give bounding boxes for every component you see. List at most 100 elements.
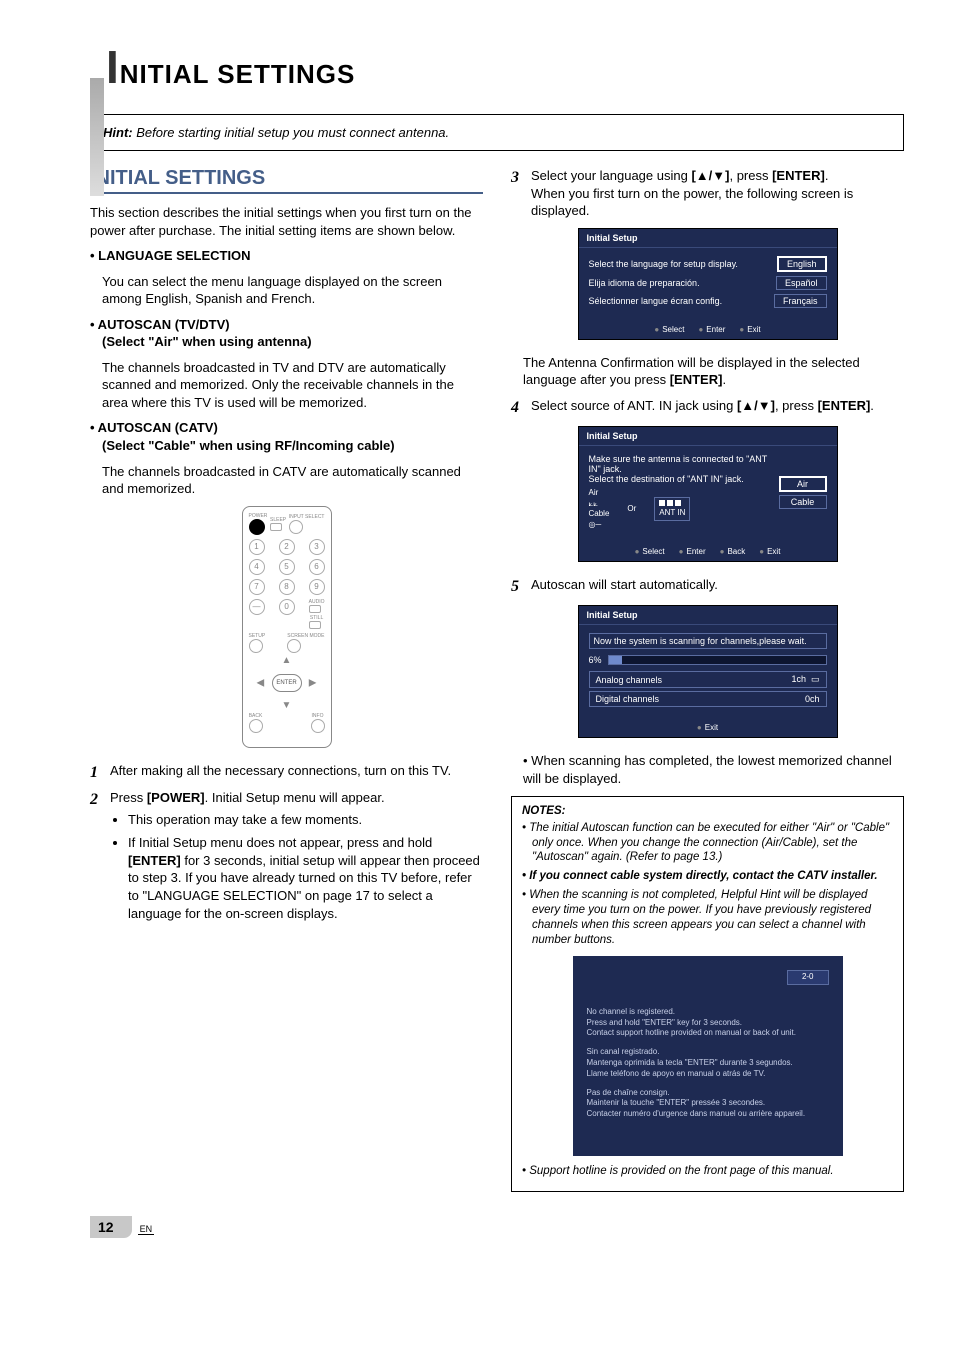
remote-num-1: 1 (249, 539, 265, 555)
hint-en-0: No channel is registered. (587, 1007, 829, 1018)
hint-es-0: Sin canal registrado. (587, 1047, 829, 1058)
scan-done-span: When scanning has completed, the lowest … (523, 753, 892, 786)
lang-footer-select: Select (654, 325, 684, 334)
remote-power-button (249, 519, 265, 535)
step-3-text-c: . (825, 168, 829, 183)
remote-num-8: 8 (279, 579, 295, 595)
autoscan-footer-exit: Exit (697, 723, 718, 732)
page-lang: EN (138, 1224, 155, 1235)
remote-num-4: 4 (249, 559, 265, 575)
feature-3-subtitle: (Select "Cable" when using RF/Incoming c… (102, 438, 395, 453)
ant-cable-label: Cable (589, 509, 610, 519)
step-5-body: Autoscan will start automatically. (531, 576, 904, 598)
ant-in-label: ANT IN (659, 508, 685, 518)
step-3-arrow-keys: [▲/▼] (691, 168, 729, 183)
step-4-enter-key: [ENTER] (818, 398, 871, 413)
note-2: If you connect cable system directly, co… (522, 869, 893, 884)
feature-1-heading: • LANGUAGE SELECTION (90, 247, 483, 265)
feature-3-heading: • AUTOSCAN (CATV) (Select "Cable" when u… (90, 419, 483, 454)
hint-label: Hint: (103, 125, 133, 140)
antenna-diagram: Air ⟀⟀ Cable ◎─ Or ANT IN (589, 488, 779, 530)
remote-illustration: POWER SLEEP INPUT SELECT 123 456 7 8 9 (242, 506, 332, 748)
ant-line2: Select the destination of "ANT IN" jack. (589, 474, 779, 484)
hint-box: Hint: Before starting initial setup you … (90, 114, 904, 151)
remote-enter-button: ENTER (272, 674, 302, 692)
hint-fr-0: Pas de chaîne consign. (587, 1088, 829, 1099)
step-3-after-b: . (722, 372, 726, 387)
remote-back-label: BACK (249, 713, 263, 719)
page-title: INITIAL SETTINGS (106, 40, 904, 94)
remote-num-6: 6 (309, 559, 325, 575)
arrow-right-icon: ▶ (309, 677, 317, 688)
remote-info-label: INFO (311, 713, 325, 719)
remote-info-button (311, 719, 325, 733)
step-3-after: The Antenna Confirmation will be display… (523, 354, 904, 389)
step-3-number: 3 (511, 167, 525, 220)
notes-box: NOTES: The initial Autoscan function can… (511, 796, 904, 1192)
remote-num-3: 3 (309, 539, 325, 555)
digital-label: Digital channels (596, 694, 660, 704)
ant-footer-select: Select (635, 547, 665, 556)
ant-footer-enter: Enter (679, 547, 706, 556)
antenna-screen-title: Initial Setup (579, 427, 837, 446)
step-1: 1 After making all the necessary connect… (90, 762, 483, 784)
left-column: INITIAL SETTINGS This section describes … (90, 167, 483, 1192)
feature-2-body: The channels broadcasted in TV and DTV a… (102, 359, 483, 412)
remote-still-label: STILL (309, 615, 325, 621)
step-2-power-key: [POWER] (147, 790, 205, 805)
remote-num-0: 0 (279, 599, 295, 615)
step-3-enter-key: [ENTER] (772, 168, 825, 183)
autoscan-screen: Initial Setup Now the system is scanning… (578, 605, 838, 738)
antenna-screen: Initial Setup Make sure the antenna is c… (578, 426, 838, 562)
ant-footer-back: Back (720, 547, 746, 556)
scan-done-text: • When scanning has completed, the lowes… (523, 752, 904, 787)
helpful-hint-screen: 2-0 No channel is registered. Press and … (573, 956, 843, 1156)
hint-text: Before starting initial setup you must c… (136, 125, 449, 140)
autoscan-progress (608, 655, 827, 665)
lang-row-1-label: Elija idioma de preparación. (589, 278, 700, 288)
hint-en-2: Contact support hotline provided on manu… (587, 1028, 829, 1039)
step-3-desc: When you first turn on the power, the fo… (531, 186, 853, 219)
remote-setup-label: SETUP (249, 633, 266, 639)
step-4-text-c: . (870, 398, 874, 413)
section-heading: INITIAL SETTINGS (90, 167, 483, 194)
lang-row-2-opt: Français (774, 294, 827, 308)
step-2-enter-key: [ENTER] (128, 853, 181, 868)
feature-2-title: • AUTOSCAN (TV/DTV) (90, 317, 230, 332)
remote-power-label: POWER (249, 513, 268, 519)
right-column: 3 Select your language using [▲/▼], pres… (511, 167, 904, 1192)
remote-audio-label: AUDIO (309, 599, 325, 605)
arrow-left-icon: ◀ (257, 677, 265, 688)
autoscan-screen-title: Initial Setup (579, 606, 837, 625)
step-4-text-b: , press (775, 398, 818, 413)
remote-num-dash: — (249, 599, 265, 615)
autoscan-msg: Now the system is scanning for channels,… (589, 633, 827, 649)
step-2-b2-b: for 3 seconds, initial setup will appear… (128, 853, 480, 921)
page-title-rest: NITIAL SETTINGS (120, 59, 356, 89)
hint-fr-2: Contacter numéro d'urgence dans manuel o… (587, 1109, 829, 1120)
step-4-body: Select source of ANT. IN jack using [▲/▼… (531, 397, 904, 419)
digital-val: 0ch (805, 694, 820, 704)
title-side-bar (90, 78, 104, 196)
remote-screen-label: SCREEN MODE (287, 633, 324, 639)
step-2: 2 Press [POWER]. Initial Setup menu will… (90, 789, 483, 928)
remote-dpad: ▲ ▼ ◀ ▶ ENTER (255, 657, 319, 709)
step-2-b2-a: If Initial Setup menu does not appear, p… (128, 835, 432, 850)
remote-input-label: INPUT SELECT (289, 514, 325, 520)
feature-2-heading: • AUTOSCAN (TV/DTV) (Select "Air" when u… (90, 316, 483, 351)
page-footer: 12EN (90, 1216, 904, 1238)
lang-footer-enter: Enter (698, 325, 725, 334)
feature-2-subtitle: (Select "Air" when using antenna) (102, 334, 312, 349)
lang-footer-exit: Exit (739, 325, 760, 334)
step-2-number: 2 (90, 789, 104, 928)
step-3-after-enter: [ENTER] (670, 372, 723, 387)
feature-1-body: You can select the menu language display… (102, 273, 483, 308)
remote-input-button (289, 520, 303, 534)
arrow-down-icon: ▼ (282, 700, 292, 711)
step-4-text-a: Select source of ANT. IN jack using (531, 398, 737, 413)
feature-3-body: The channels broadcasted in CATV are aut… (102, 463, 483, 498)
language-screen: Initial Setup Select the language for se… (578, 228, 838, 340)
hint-fr-1: Maintenir la touche "ENTER" pressée 3 se… (587, 1098, 829, 1109)
analog-label: Analog channels (596, 675, 663, 685)
remote-audio-button (309, 605, 321, 613)
